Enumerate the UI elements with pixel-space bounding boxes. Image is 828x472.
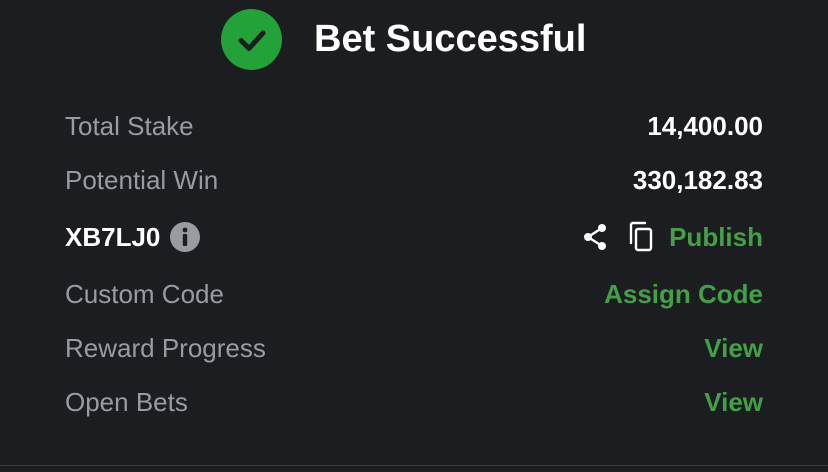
reward-progress-label: Reward Progress [65,332,266,363]
potential-win-row: Potential Win 330,182.83 [65,160,763,200]
check-circle-icon [221,9,282,70]
reward-progress-view-link[interactable]: View [704,333,763,364]
page-title: Bet Successful [314,18,587,60]
booking-code: XB7LJ0 [65,221,201,253]
success-header: Bet Successful [0,0,828,80]
assign-code-link[interactable]: Assign Code [604,279,763,310]
total-stake-label: Total Stake [65,110,194,141]
open-bets-row: Open Bets View [65,382,763,422]
open-bets-label: Open Bets [65,386,188,417]
divider [0,465,828,466]
share-icon[interactable] [579,220,611,254]
info-icon[interactable] [169,221,201,253]
potential-win-label: Potential Win [65,164,219,195]
booking-code-text: XB7LJ0 [65,221,161,252]
booking-code-row: XB7LJ0 Publish [65,217,763,257]
reward-progress-row: Reward Progress View [65,328,763,368]
total-stake-value: 14,400.00 [647,110,763,141]
publish-link[interactable]: Publish [669,222,763,253]
custom-code-label: Custom Code [65,278,224,309]
custom-code-row: Custom Code Assign Code [65,274,763,314]
copy-icon[interactable] [625,220,657,254]
total-stake-row: Total Stake 14,400.00 [65,106,763,146]
open-bets-view-link[interactable]: View [704,387,763,418]
booking-actions: Publish [579,220,763,254]
potential-win-value: 330,182.83 [632,164,763,195]
